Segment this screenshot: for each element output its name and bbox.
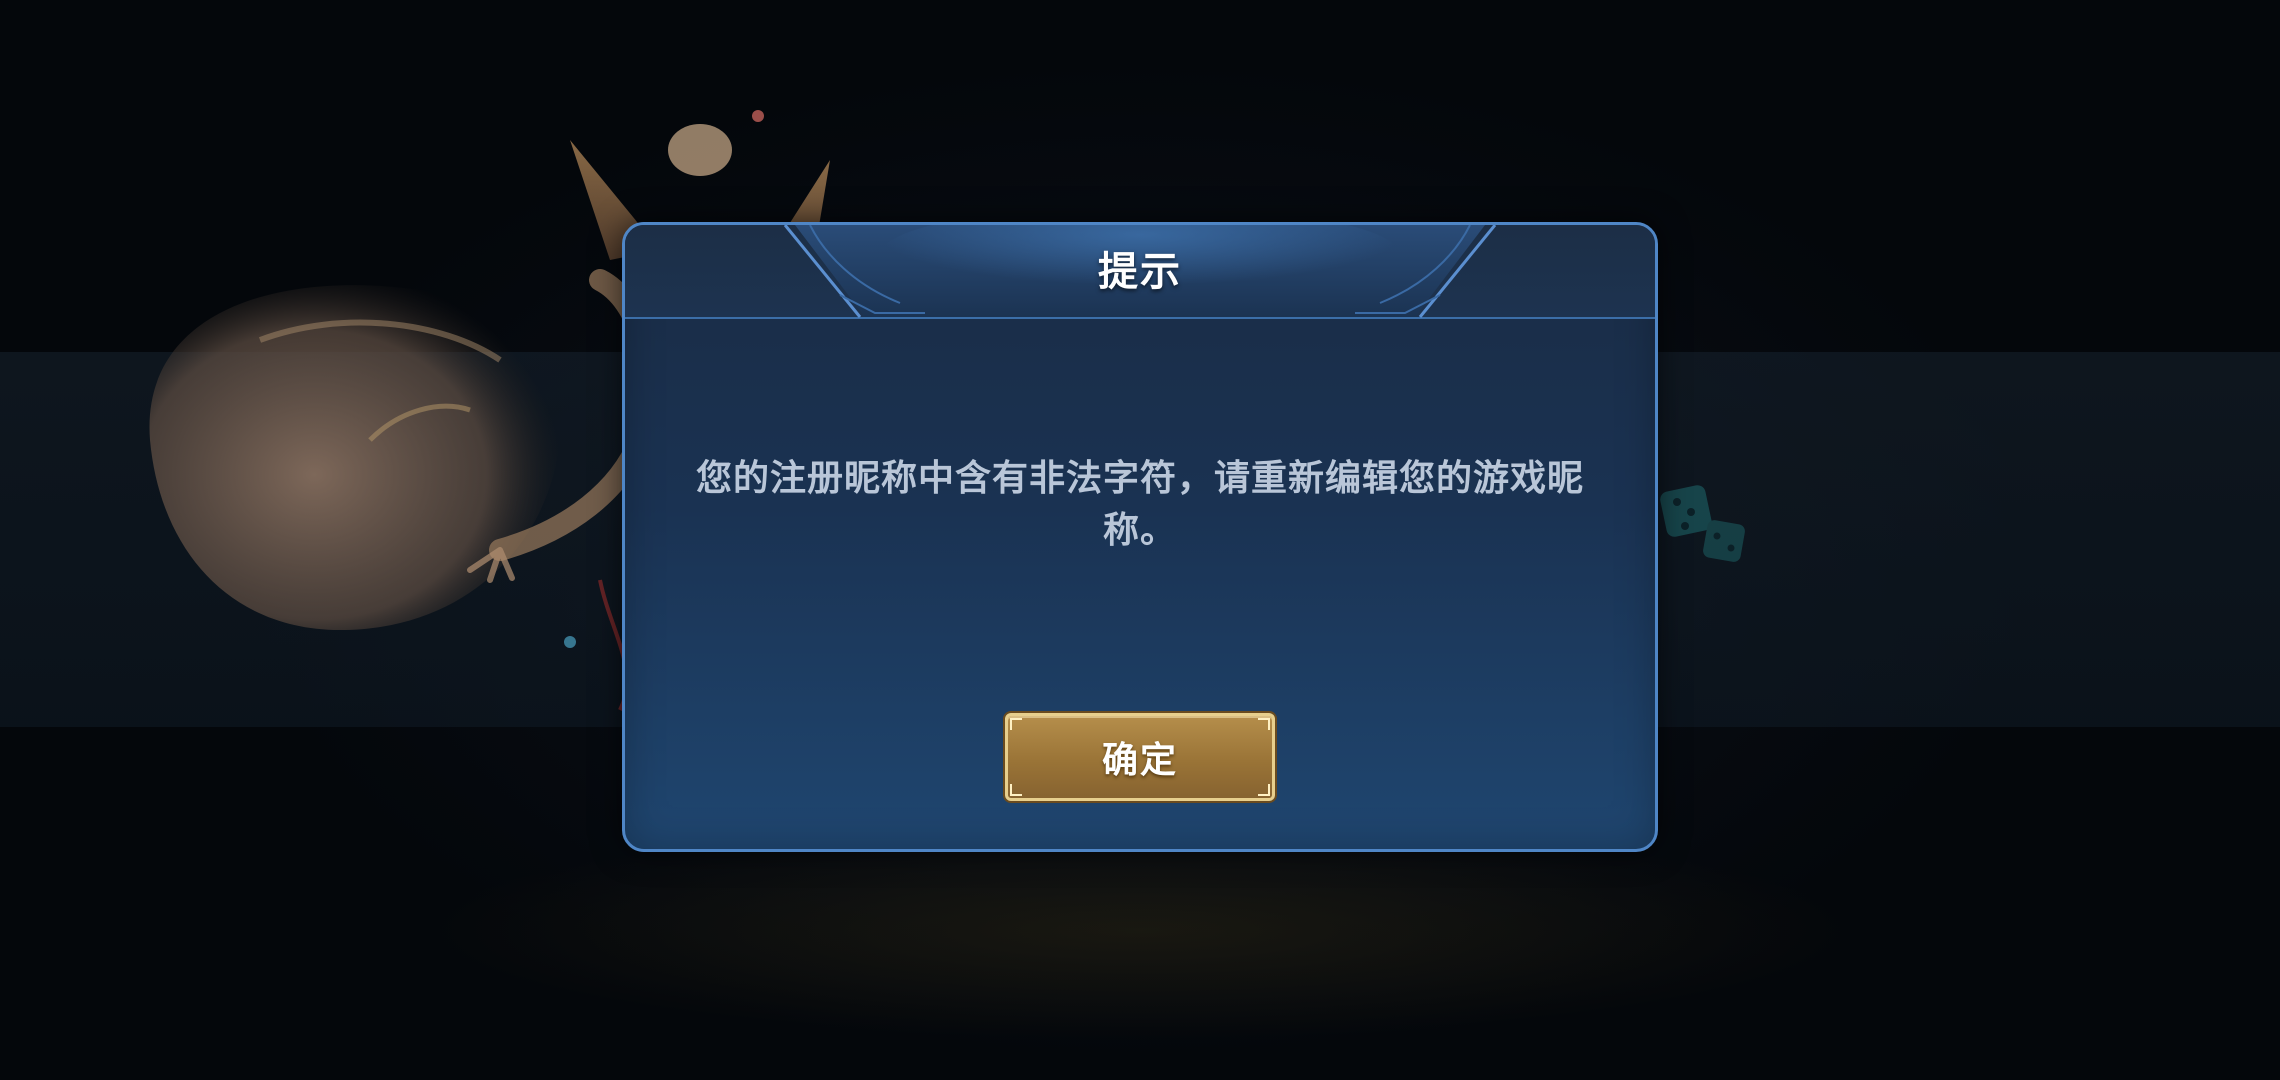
notice-dialog: 提示 您的注册昵称中含有非法字符，请重新编辑您的游戏昵称。 确定 <box>622 222 1658 852</box>
dialog-title: 提示 <box>1098 249 1182 295</box>
button-corner-ornament <box>1010 784 1022 796</box>
confirm-button-label: 确定 <box>1101 740 1178 781</box>
button-corner-ornament <box>1258 718 1270 730</box>
button-corner-ornament <box>1258 784 1270 796</box>
dialog-header: 提示 <box>625 225 1655 319</box>
dialog-message: 您的注册昵称中含有非法字符，请重新编辑您的游戏昵称。 <box>695 458 1584 551</box>
dice-icon <box>1660 485 1745 562</box>
button-corner-ornament <box>1010 718 1022 730</box>
floor-glow <box>420 820 1860 1040</box>
confirm-button[interactable]: 确定 <box>1005 713 1275 801</box>
game-screen: 提示 您的注册昵称中含有非法字符，请重新编辑您的游戏昵称。 确定 <box>0 0 2280 1080</box>
